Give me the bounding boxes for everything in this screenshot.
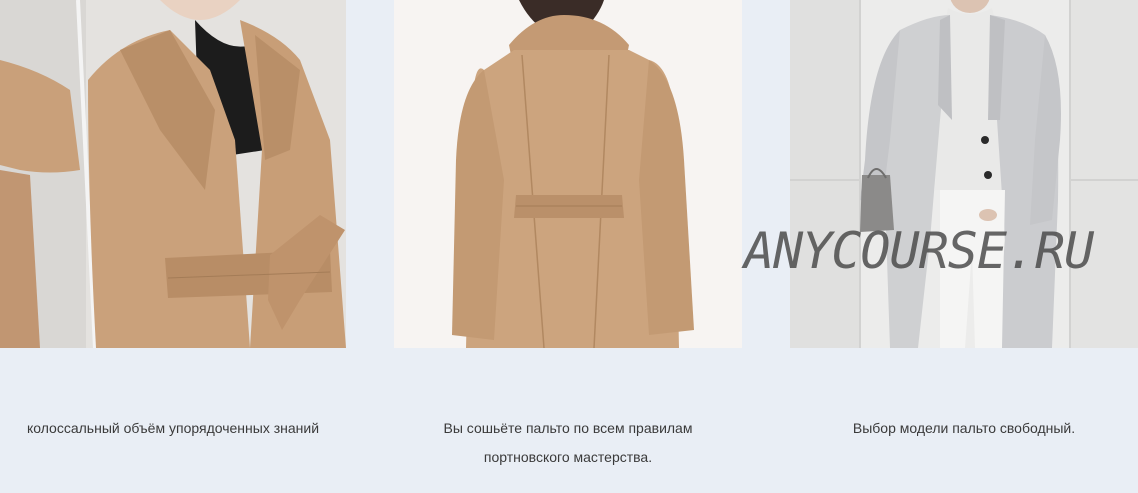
caption-card-1: колоссальный объём упорядоченных знаний [26, 420, 320, 436]
grey-coat-illustration [790, 0, 1138, 348]
caption-card-2: Вы сошьёте пальто по всем правилам портн… [443, 420, 693, 465]
coat-front-illustration [0, 0, 346, 348]
grey-coat-photo [790, 0, 1138, 348]
coat-front-photo [0, 0, 346, 348]
coat-back-photo [394, 0, 742, 348]
caption-card-3: Выбор модели пальто свободный. [852, 420, 1076, 436]
coat-back-illustration [394, 0, 742, 348]
